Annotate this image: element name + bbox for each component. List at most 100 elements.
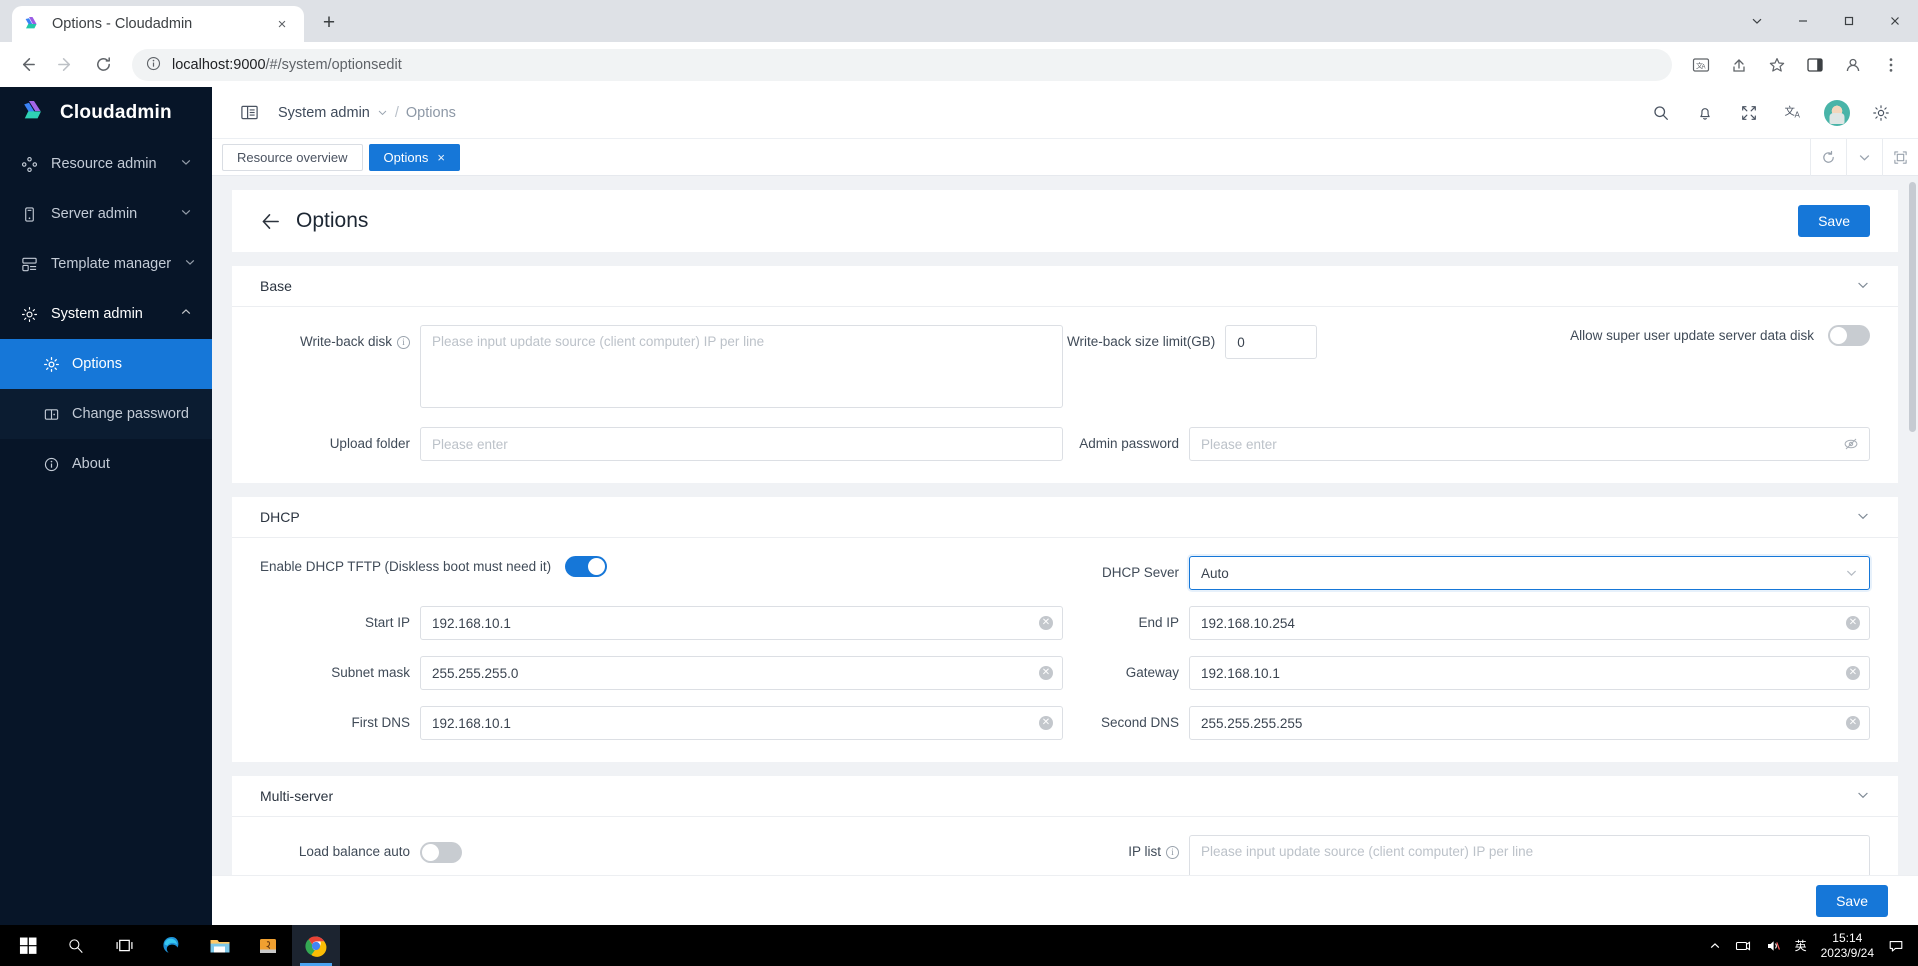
field-gateway: Gateway ✕	[1065, 656, 1870, 690]
close-window-button[interactable]	[1872, 0, 1918, 42]
clear-circle-icon[interactable]: ✕	[1039, 666, 1053, 680]
chrome-icon[interactable]	[292, 925, 340, 966]
close-icon[interactable]: ×	[437, 150, 445, 165]
sidebar-item-change-password[interactable]: Change password	[0, 389, 212, 439]
subnet-mask-input[interactable]	[420, 656, 1063, 690]
footer-save-button[interactable]: Save	[1816, 884, 1888, 917]
first-dns-input[interactable]	[420, 706, 1063, 740]
info-icon[interactable]: i	[1166, 845, 1179, 859]
sidebar-item-label: Options	[72, 356, 122, 372]
allow-super-user-toggle[interactable]	[1828, 325, 1870, 346]
tab-options[interactable]: Options ×	[368, 143, 460, 171]
explorer-icon[interactable]	[196, 925, 244, 966]
share-icon[interactable]	[1722, 48, 1756, 82]
sidebar-collapse-icon[interactable]	[234, 98, 264, 128]
sidebar-item-template-manager[interactable]: Template manager	[0, 239, 212, 289]
chevron-down-icon[interactable]	[1734, 0, 1780, 42]
start-ip-input[interactable]	[420, 606, 1063, 640]
scroll-area[interactable]: Options Save Base Write-back disk i Plea…	[212, 176, 1918, 925]
volume-icon[interactable]	[1765, 938, 1781, 954]
section-multi-server-header[interactable]: Multi-server	[232, 776, 1898, 817]
maximize-button[interactable]	[1826, 0, 1872, 42]
back-icon[interactable]	[10, 48, 44, 82]
search-icon[interactable]	[1646, 98, 1676, 128]
sidebar: Cloudadmin Resource admin Server admin T…	[0, 87, 212, 925]
avatar[interactable]	[1822, 98, 1852, 128]
breadcrumb-root[interactable]: System admin	[278, 105, 370, 121]
site-info-icon[interactable]	[146, 56, 161, 74]
sidebar-item-resource-admin[interactable]: Resource admin	[0, 139, 212, 189]
chevron-down-icon[interactable]	[377, 107, 388, 118]
start-icon[interactable]	[4, 925, 52, 966]
sidebar-item-about[interactable]: About	[0, 439, 212, 489]
write-back-size-input[interactable]	[1225, 325, 1318, 359]
chevron-down-icon[interactable]	[1856, 278, 1870, 295]
allow-super-user-group: Allow super user update server data disk	[1570, 325, 1870, 346]
reload-icon[interactable]	[86, 48, 120, 82]
save-button[interactable]: Save	[1798, 205, 1870, 237]
field-label: Subnet mask	[331, 665, 410, 680]
sidebar-item-system-admin[interactable]: System admin	[0, 289, 212, 339]
main-area: System admin / Options 文A Resource overv…	[212, 87, 1918, 925]
upload-folder-input[interactable]	[420, 427, 1063, 461]
clear-circle-icon[interactable]: ✕	[1846, 616, 1860, 630]
chevron-down-icon[interactable]	[1856, 509, 1870, 526]
sidebar-item-label: About	[72, 456, 110, 472]
second-dns-input[interactable]	[1189, 706, 1870, 740]
browser-tab[interactable]: Options - Cloudadmin ×	[12, 6, 304, 42]
chevron-down-icon[interactable]	[1845, 567, 1858, 580]
translate-icon[interactable]: 文A	[1778, 98, 1808, 128]
tab-resource-overview[interactable]: Resource overview	[222, 143, 363, 171]
clear-circle-icon[interactable]: ✕	[1846, 716, 1860, 730]
address-bar[interactable]: localhost:9000/#/system/optionsedit	[132, 48, 1672, 81]
tab-fullscreen-icon[interactable]	[1882, 138, 1918, 176]
browser-menu-icon[interactable]	[1874, 48, 1908, 82]
sidebar-item-options[interactable]: Options	[0, 339, 212, 389]
search-icon[interactable]	[52, 925, 100, 966]
load-balance-auto-toggle[interactable]	[420, 841, 462, 863]
gear-icon[interactable]	[1866, 98, 1896, 128]
gear-icon	[20, 306, 38, 323]
browser-tab-close-icon[interactable]: ×	[272, 14, 292, 34]
sidebar-logo[interactable]: Cloudadmin	[0, 87, 212, 139]
notepad-icon[interactable]	[244, 925, 292, 966]
enable-dhcp-tftp-toggle[interactable]	[565, 556, 608, 577]
eye-off-icon[interactable]	[1843, 436, 1859, 452]
sidebar-item-server-admin[interactable]: Server admin	[0, 189, 212, 239]
new-tab-button[interactable]: +	[312, 6, 346, 40]
sidepanel-icon[interactable]	[1798, 48, 1832, 82]
fullscreen-icon[interactable]	[1734, 98, 1764, 128]
chevron-down-icon[interactable]	[1856, 788, 1870, 805]
dhcp-server-select[interactable]	[1189, 556, 1870, 590]
about-icon	[42, 456, 60, 473]
section-dhcp-header[interactable]: DHCP	[232, 497, 1898, 538]
section-base-header[interactable]: Base	[232, 266, 1898, 307]
profile-icon[interactable]	[1836, 48, 1870, 82]
info-icon[interactable]: i	[397, 335, 410, 349]
system-tray: 英 15:14 2023/9/24	[1709, 931, 1914, 961]
edge-icon[interactable]	[148, 925, 196, 966]
network-icon[interactable]	[1735, 938, 1751, 954]
gateway-input[interactable]	[1189, 656, 1870, 690]
clear-circle-icon[interactable]: ✕	[1039, 716, 1053, 730]
clear-circle-icon[interactable]: ✕	[1846, 666, 1860, 680]
ime-icon[interactable]: 英	[1795, 937, 1807, 954]
task-view-icon[interactable]	[100, 925, 148, 966]
vertical-scrollbar[interactable]	[1909, 182, 1916, 432]
minimize-button[interactable]	[1780, 0, 1826, 42]
end-ip-input[interactable]	[1189, 606, 1870, 640]
write-back-disk-textarea[interactable]	[420, 325, 1063, 408]
taskbar-clock[interactable]: 15:14 2023/9/24	[1821, 931, 1874, 961]
back-arrow-icon[interactable]	[260, 211, 286, 232]
translate-page-icon[interactable]: 文A	[1684, 48, 1718, 82]
notification-icon[interactable]	[1888, 938, 1904, 954]
bookmark-star-icon[interactable]	[1760, 48, 1794, 82]
windows-taskbar: 英 15:14 2023/9/24	[0, 925, 1918, 966]
chevron-down-icon[interactable]	[1846, 138, 1882, 176]
admin-password-input[interactable]	[1189, 427, 1870, 461]
bell-icon[interactable]	[1690, 98, 1720, 128]
refresh-icon[interactable]	[1810, 138, 1846, 176]
chevron-up-icon[interactable]	[1709, 940, 1721, 952]
clear-circle-icon[interactable]: ✕	[1039, 616, 1053, 630]
forward-icon[interactable]	[48, 48, 82, 82]
